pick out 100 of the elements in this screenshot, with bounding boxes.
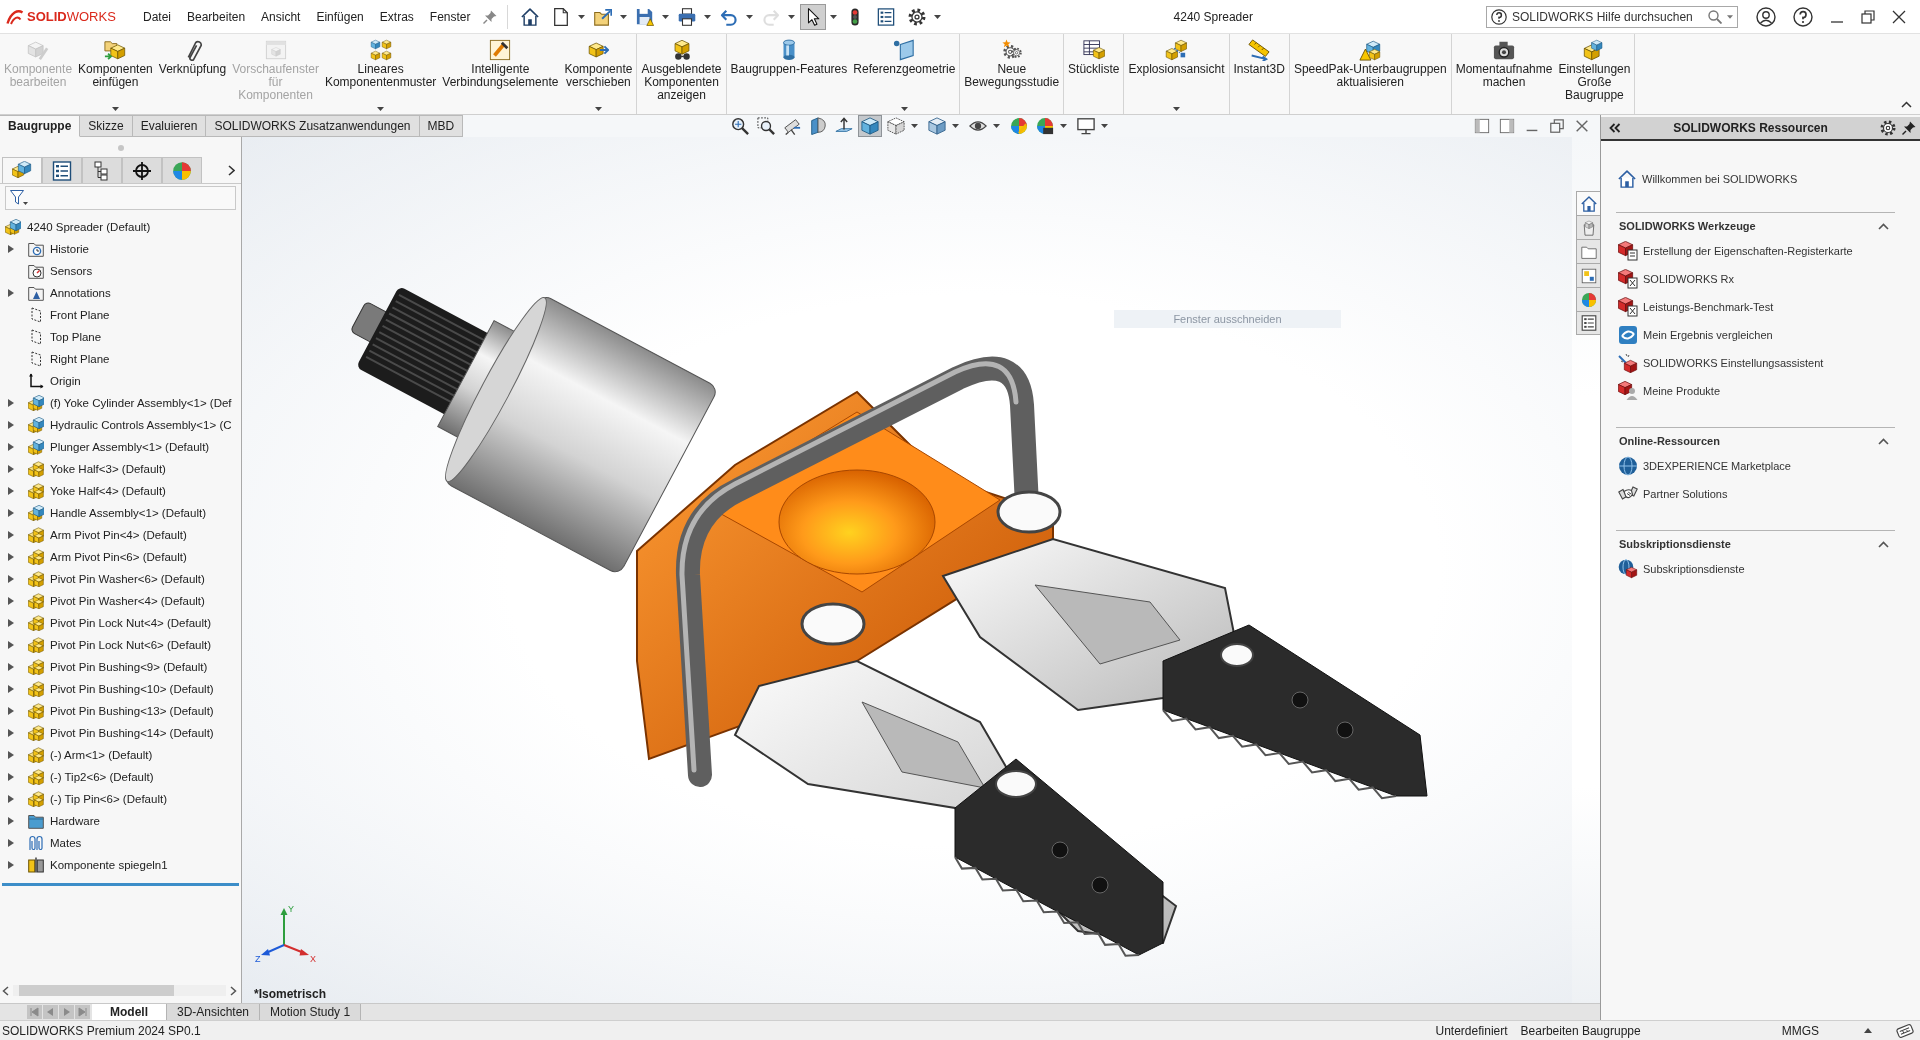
tree-item-label[interactable]: Yoke Half<4> (Default): [50, 485, 166, 497]
expand-arrow-icon[interactable]: [8, 861, 14, 869]
expand-arrow-icon[interactable]: [8, 795, 14, 803]
model-tab[interactable]: 3D-Ansichten: [167, 1004, 261, 1020]
ribbon-button[interactable]: Einstellungen Große Baugruppe: [1555, 34, 1634, 114]
expand-arrow-icon[interactable]: [8, 245, 14, 253]
tree-item-label[interactable]: Sensors: [50, 265, 93, 277]
caret-up-icon[interactable]: [1878, 437, 1889, 445]
resource-link[interactable]: 3DEXPERIENCE Marketplace: [1643, 460, 1791, 472]
ribbon-button[interactable]: Intelligente Verbindungselemente: [439, 34, 562, 114]
tree-item-label[interactable]: Pivot Pin Bushing<10> (Default): [50, 683, 214, 695]
tree-item-label[interactable]: Pivot Pin Lock Nut<6> (Default): [50, 639, 212, 651]
ribbon-button[interactable]: Neue Bewegungsstudie: [961, 34, 1063, 114]
ribbon-button[interactable]: Instant3D: [1230, 34, 1288, 114]
splitter-handle[interactable]: [117, 145, 124, 151]
tree-item-label[interactable]: Hardware: [50, 815, 100, 827]
tree-item-label[interactable]: Yoke Half<3> (Default): [50, 463, 166, 475]
resource-link[interactable]: Willkommen bei SOLIDWORKS: [1642, 173, 1798, 185]
expand-arrow-icon[interactable]: [8, 707, 14, 715]
restore-icon[interactable]: [1549, 118, 1565, 134]
expand-arrow-icon[interactable]: [8, 509, 14, 517]
panel-tab[interactable]: [122, 157, 162, 183]
tree-item-label[interactable]: Origin: [50, 375, 81, 387]
expand-arrow-icon[interactable]: [8, 619, 14, 627]
tree-item-label[interactable]: Arm Pivot Pin<4> (Default): [50, 529, 187, 541]
panel-tab[interactable]: [42, 157, 82, 183]
tree-item-label[interactable]: Pivot Pin Washer<6> (Default): [50, 573, 205, 585]
ribbon-button[interactable]: Referenzgeometrie: [850, 34, 959, 114]
scrollbar-thumb[interactable]: [19, 985, 174, 996]
task-pane-tab[interactable]: [1576, 263, 1600, 287]
ribbon-button[interactable]: Verknüpfung: [155, 34, 230, 114]
tile-left-icon[interactable]: [1474, 118, 1490, 134]
expand-arrow-icon[interactable]: [8, 289, 14, 297]
user-icon[interactable]: [1756, 6, 1776, 27]
ribbon-button[interactable]: SpeedPak-Unterbaugruppen aktualisieren: [1290, 34, 1450, 114]
filter-field[interactable]: [5, 186, 236, 210]
tree-item-label[interactable]: (-) Tip2<6> (Default): [50, 771, 154, 783]
resource-link[interactable]: Partner Solutions: [1643, 488, 1728, 500]
ribbon-button[interactable]: Komponenten einfügen: [75, 34, 156, 114]
scroll-right-icon[interactable]: [230, 985, 237, 996]
menu-item[interactable]: Fenster: [421, 1, 479, 32]
menu-item[interactable]: Einfügen: [308, 1, 372, 32]
tree-item-label[interactable]: Pivot Pin Washer<4> (Default): [50, 595, 205, 607]
resource-link[interactable]: Erstellung der Eigenschaften-Registerkarte: [1643, 245, 1853, 257]
model-tab[interactable]: Modell: [92, 1004, 167, 1020]
caret-up-icon[interactable]: [1878, 222, 1889, 230]
tree-item-label[interactable]: (-) Arm<1> (Default): [50, 749, 153, 761]
expand-arrow-icon[interactable]: [8, 531, 14, 539]
ribbon-button[interactable]: Ausgeblendete Komponenten anzeigen: [638, 34, 725, 114]
tree-item-label[interactable]: Pivot Pin Lock Nut<4> (Default): [50, 617, 212, 629]
model-tab[interactable]: Motion Study 1: [260, 1004, 362, 1020]
ribbon-button[interactable]: Momentaufnahme machen: [1452, 34, 1556, 114]
expand-arrow-icon[interactable]: [8, 553, 14, 561]
tree-item-label[interactable]: Plunger Assembly<1> (Default): [50, 441, 210, 453]
tree-item-label[interactable]: Handle Assembly<1> (Default): [50, 507, 206, 519]
tree-item-label[interactable]: (-) Tip Pin<6> (Default): [50, 793, 167, 805]
help-icon[interactable]: [1793, 6, 1813, 27]
caret-up-icon[interactable]: [1901, 101, 1912, 108]
expand-arrow-icon[interactable]: [8, 597, 14, 605]
tree-item-label[interactable]: 4240 Spreader (Default): [27, 221, 151, 233]
close-icon[interactable]: [1892, 9, 1906, 24]
expand-arrow-icon[interactable]: [8, 839, 14, 847]
caret-icon[interactable]: [1727, 14, 1733, 19]
task-pane-tab[interactable]: [1576, 191, 1600, 215]
expand-arrow-icon[interactable]: [8, 465, 14, 473]
resource-link[interactable]: Subskriptionsdienste: [1643, 563, 1745, 575]
expand-arrow-icon[interactable]: [8, 421, 14, 429]
ribbon-tab[interactable]: Evaluieren: [132, 115, 207, 137]
resource-link[interactable]: Mein Ergebnis vergleichen: [1643, 329, 1773, 341]
expand-arrow-icon[interactable]: [8, 399, 14, 407]
expand-arrow-icon[interactable]: [8, 641, 14, 649]
expand-arrow-icon[interactable]: [8, 817, 14, 825]
restore-icon[interactable]: [1861, 9, 1875, 24]
chevron-right-icon[interactable]: [228, 164, 235, 176]
resource-link[interactable]: SOLIDWORKS Einstellungsassistent: [1643, 357, 1824, 369]
tile-right-icon[interactable]: [1499, 118, 1515, 134]
view-toolbar-button[interactable]: [1074, 115, 1108, 137]
resource-link[interactable]: Meine Produkte: [1643, 385, 1721, 397]
expand-arrow-icon[interactable]: [8, 773, 14, 781]
task-pane-tab[interactable]: [1576, 215, 1600, 239]
search-box[interactable]: SOLIDWORKS Hilfe durchsuchen: [1486, 5, 1738, 28]
tree-item-label[interactable]: Front Plane: [50, 309, 110, 321]
resource-link[interactable]: SOLIDWORKS Rx: [1643, 273, 1735, 285]
keyboard-icon[interactable]: [1896, 1022, 1914, 1039]
task-pane-tab[interactable]: [1576, 311, 1600, 335]
expand-arrow-icon[interactable]: [8, 729, 14, 737]
close-icon[interactable]: [1574, 118, 1590, 134]
horizontal-scrollbar[interactable]: [13, 985, 226, 996]
menu-item[interactable]: Datei: [135, 1, 179, 32]
caret-up-icon[interactable]: [1864, 1028, 1872, 1033]
ribbon-button[interactable]: Stückliste: [1065, 34, 1123, 114]
pin-icon[interactable]: [1902, 121, 1916, 135]
menu-item[interactable]: Bearbeiten: [179, 1, 254, 32]
toolbar-button[interactable]: [799, 3, 837, 30]
tree-item-label[interactable]: Right Plane: [50, 353, 110, 365]
double-chevron-icon[interactable]: [1609, 123, 1621, 133]
ribbon-button[interactable]: Explosionsansicht: [1125, 34, 1228, 114]
ribbon-tab[interactable]: Skizze: [80, 115, 133, 137]
tree-item-label[interactable]: (f) Yoke Cylinder Assembly<1> (Def: [50, 397, 232, 409]
tree-item-label[interactable]: Pivot Pin Bushing<14> (Default): [50, 727, 214, 739]
